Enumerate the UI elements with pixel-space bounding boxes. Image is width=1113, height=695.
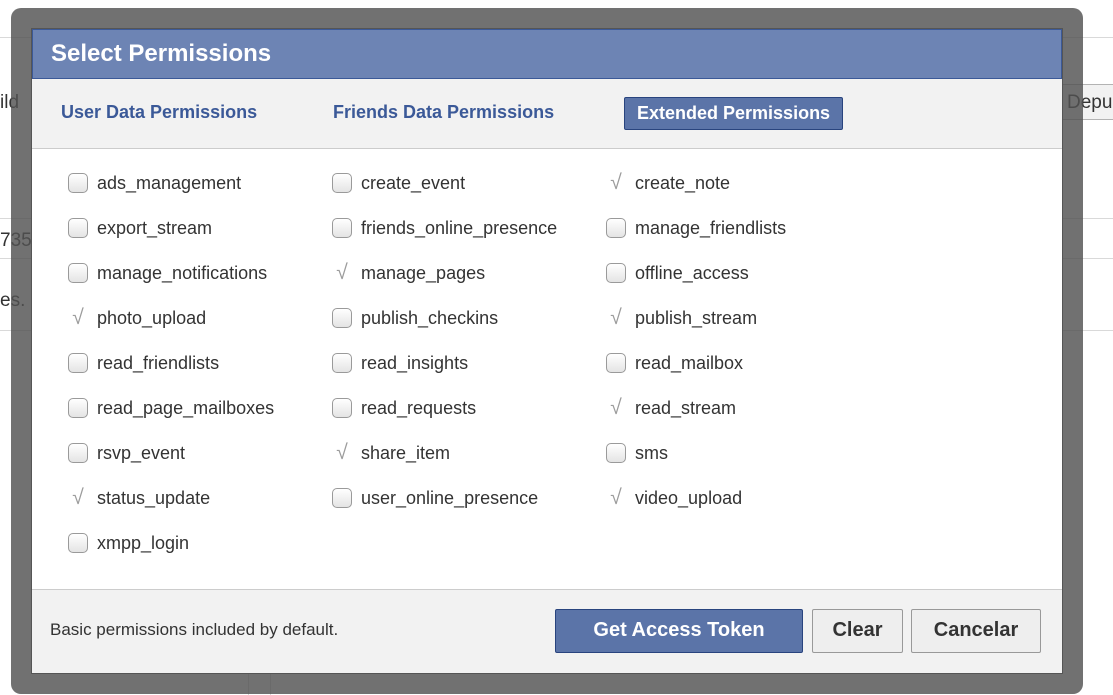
permission-checkbox-item[interactable]: √ share_item [332,439,450,467]
dialog-footer: Basic permissions included by default. G… [32,589,1062,673]
permission-checkbox-item[interactable]: √ status_update [68,484,210,512]
checkmark-icon[interactable]: √ [332,442,352,463]
checkbox-icon[interactable] [332,218,352,238]
permission-label: manage_notifications [97,262,268,283]
checkbox-icon[interactable] [68,218,88,238]
permission-checkbox-item[interactable]: user_online_presence [332,484,538,512]
permission-label: manage_pages [361,262,486,283]
checkmark-icon[interactable]: √ [332,262,352,283]
permission-checkbox-item[interactable]: √ manage_pages [332,259,485,287]
permission-label: read_page_mailboxes [97,397,275,418]
tab-extended-permissions[interactable]: Extended Permissions [624,97,844,130]
checkbox-icon[interactable] [332,173,352,193]
checkbox-icon[interactable] [68,353,88,373]
permission-checkbox-item[interactable]: friends_online_presence [332,214,557,242]
checkbox-icon[interactable] [332,308,352,328]
permission-label: publish_stream [635,307,758,328]
checkbox-icon[interactable] [606,263,626,283]
permission-checkbox-item[interactable]: sms [606,439,668,467]
dialog-title: Select Permissions [32,29,1062,79]
checkbox-icon[interactable] [606,443,626,463]
get-access-token-button[interactable]: Get Access Token [555,609,803,653]
tab-friends-data-permissions[interactable]: Friends Data Permissions [323,97,564,128]
permissions-grid: ads_management create_event √ create_noteex… [32,149,1062,589]
permission-label: share_item [361,442,451,463]
permission-checkbox-item[interactable]: read_insights [332,349,468,377]
permission-checkbox-item[interactable]: √ publish_stream [606,304,757,332]
permission-checkbox-item[interactable]: √ create_note [606,169,730,197]
checkbox-icon[interactable] [68,173,88,193]
checkbox-icon[interactable] [332,488,352,508]
permission-checkbox-item[interactable]: manage_notifications [68,259,267,287]
checkmark-icon[interactable]: √ [606,397,626,418]
permission-checkbox-item[interactable]: rsvp_event [68,439,185,467]
permission-label: sms [635,442,668,463]
permission-label: status_update [97,487,211,508]
checkbox-icon[interactable] [606,218,626,238]
checkmark-icon[interactable]: √ [606,172,626,193]
permission-label: user_online_presence [361,487,539,508]
checkbox-icon[interactable] [68,533,88,553]
permission-checkbox-item[interactable]: √ video_upload [606,484,742,512]
permissions-dialog: Select Permissions User Data Permissions… [31,28,1063,674]
permission-label: create_event [361,172,466,193]
permission-checkbox-item[interactable]: export_stream [68,214,212,242]
checkbox-icon[interactable] [68,263,88,283]
permission-label: ads_management [97,172,242,193]
permission-checkbox-item[interactable]: read_mailbox [606,349,743,377]
permission-checkbox-item[interactable]: read_requests [332,394,476,422]
permission-checkbox-item[interactable]: √ read_stream [606,394,736,422]
permission-checkbox-item[interactable]: create_event [332,169,465,197]
permission-checkbox-item[interactable]: publish_checkins [332,304,498,332]
checkmark-icon[interactable]: √ [68,307,88,328]
checkbox-icon[interactable] [606,353,626,373]
permission-label: video_upload [635,487,743,508]
permission-checkbox-item[interactable]: read_friendlists [68,349,219,377]
checkbox-icon[interactable] [68,443,88,463]
checkbox-icon[interactable] [68,398,88,418]
permission-label: read_mailbox [635,352,744,373]
cancel-button[interactable]: Cancelar [911,609,1041,653]
permission-label: friends_online_presence [361,217,558,238]
permission-label: photo_upload [97,307,207,328]
permission-label: rsvp_event [97,442,186,463]
permission-checkbox-item[interactable]: offline_access [606,259,749,287]
permission-label: offline_access [635,262,749,283]
checkmark-icon[interactable]: √ [606,307,626,328]
checkbox-icon[interactable] [332,353,352,373]
footer-note: Basic permissions included by default. [50,620,339,639]
checkmark-icon[interactable]: √ [606,487,626,508]
clear-button[interactable]: Clear [812,609,903,653]
permission-label: read_friendlists [97,352,220,373]
permission-checkbox-item[interactable]: ads_management [68,169,241,197]
permission-label: read_requests [361,397,477,418]
permission-checkbox-item[interactable]: read_page_mailboxes [68,394,274,422]
permission-checkbox-item[interactable]: manage_friendlists [606,214,786,242]
permission-checkbox-item[interactable]: xmpp_login [68,529,189,557]
permission-label: publish_checkins [361,307,499,328]
permission-label: read_insights [361,352,469,373]
permission-label: create_note [635,172,731,193]
permission-label: read_stream [635,397,737,418]
permission-label: export_stream [97,217,213,238]
tab-user-data-permissions[interactable]: User Data Permissions [51,97,267,128]
checkmark-icon[interactable]: √ [68,487,88,508]
permission-tabs: User Data Permissions Friends Data Permi… [32,79,1062,149]
permission-label: manage_friendlists [635,217,787,238]
checkbox-icon[interactable] [332,398,352,418]
permission-label: xmpp_login [97,532,190,553]
permission-checkbox-item[interactable]: √ photo_upload [68,304,206,332]
